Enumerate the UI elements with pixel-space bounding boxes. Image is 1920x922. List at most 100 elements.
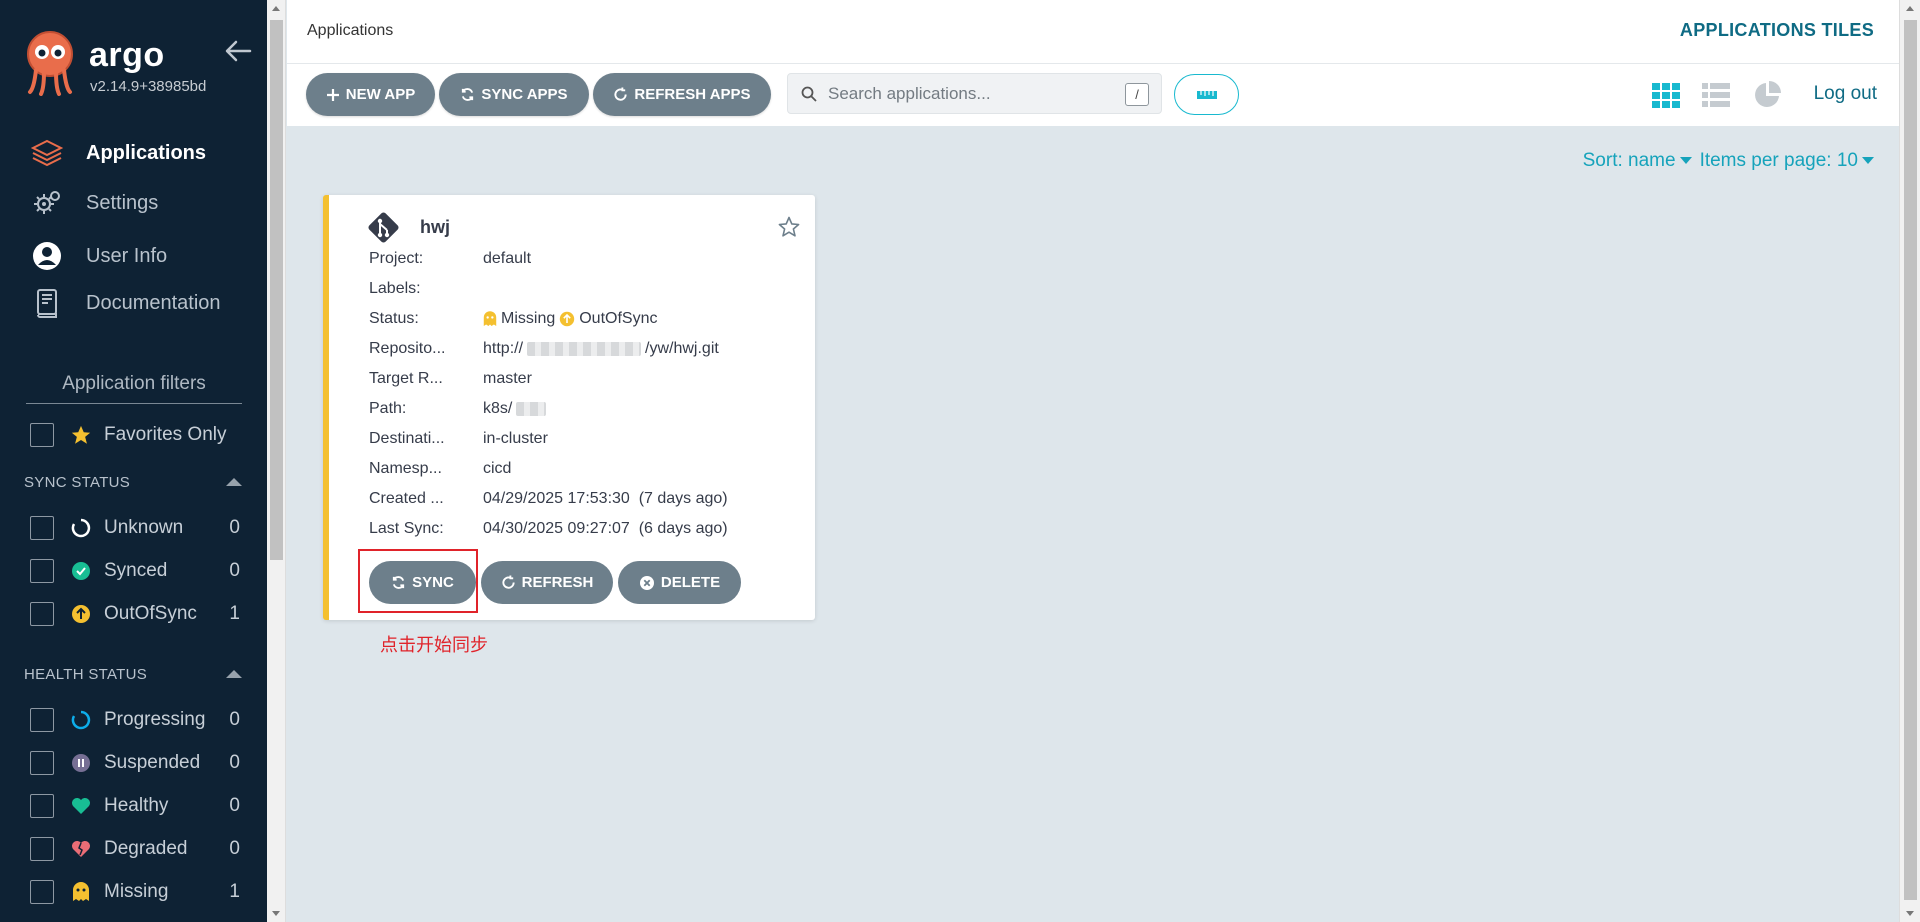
search-icon [801,86,817,102]
nav-item-settings[interactable]: Settings [30,186,158,220]
pause-circle-icon [70,752,92,774]
filter-favorites-only[interactable]: Favorites Only [30,420,240,450]
refresh-button[interactable]: REFRESH [481,561,613,604]
search-box[interactable]: / [787,73,1162,114]
unknown-label: Unknown [104,517,184,538]
refresh-label: REFRESH [521,574,594,591]
delete-button[interactable]: DELETE [618,561,741,604]
search-input[interactable] [828,82,1118,106]
progressing-label: Progressing [104,709,206,730]
per-page-label: Items per page: 10 [1699,150,1858,171]
repository-url: http:// /yw/hwj.git [483,340,719,358]
collapse-triangle-icon[interactable] [226,670,242,678]
filter-health-suspended[interactable]: Suspended 0 [30,748,240,778]
gear-icon [30,186,64,220]
nav-item-documentation[interactable]: Documentation [30,286,221,320]
degraded-count: 0 [229,838,240,859]
field-key: Namesp... [369,460,442,477]
favorites-label: Favorites Only [104,424,227,445]
favorites-checkbox[interactable] [30,423,54,447]
star-outline-icon[interactable] [777,215,801,239]
refresh-icon [502,575,515,589]
scroll-down-arrow[interactable] [272,911,280,916]
sort-dropdown[interactable]: Sort: name [1583,150,1696,172]
argo-logo-icon [27,31,73,96]
plus-icon [326,88,339,101]
book-icon [30,286,64,320]
view-title: APPLICATIONS TILES [1679,20,1874,40]
top-header: Applications APPLICATIONS TILES [287,0,1899,64]
filter-sync-synced[interactable]: Synced 0 [30,556,240,586]
brand-name: argo [89,36,165,74]
scrollbar-thumb[interactable] [270,20,283,560]
nav-label-settings: Settings [86,191,159,214]
nav-label-applications: Applications [86,141,207,164]
field-key: Path: [369,400,407,417]
caret-down-icon [1862,157,1874,165]
page-scrollbar[interactable] [1899,0,1920,922]
scroll-up-arrow[interactable] [272,6,280,11]
sort-label: Sort: name [1582,150,1676,171]
sync-apps-button[interactable]: SYNC APPS [439,73,589,116]
breadcrumb[interactable]: Applications [307,22,393,40]
refresh-apps-label: REFRESH APPS [634,86,751,103]
sync-status: OutOfSync [579,310,658,327]
progressing-checkbox[interactable] [30,708,54,732]
scroll-up-arrow[interactable] [1906,6,1914,11]
scrollbar-thumb[interactable] [1904,20,1917,900]
filter-sync-unknown[interactable]: Unknown 0 [30,513,240,543]
ruler-button[interactable] [1174,74,1239,115]
filter-sync-outofsync[interactable]: OutOfSync 1 [30,599,240,629]
status-values: Missing OutOfSync [483,310,657,328]
field-key: Reposito... [369,340,446,357]
synced-checkbox[interactable] [30,559,54,583]
sync-highlight-box [358,549,478,613]
collapse-triangle-icon[interactable] [226,478,242,486]
nav-item-applications[interactable]: Applications [30,136,206,170]
repo-url-suffix: /yw/hwj.git [645,340,719,357]
tiles-view-icon[interactable] [1651,80,1681,110]
heart-icon [70,795,92,817]
outofsync-checkbox[interactable] [30,602,54,626]
outofsync-count: 1 [229,603,240,624]
field-value: 04/29/2025 17:53:30 (7 days ago) [483,490,728,507]
suspended-checkbox[interactable] [30,751,54,775]
unknown-checkbox[interactable] [30,516,54,540]
logout-link[interactable]: Log out [1814,83,1877,105]
filter-health-healthy[interactable]: Healthy 0 [30,791,240,821]
filter-health-degraded[interactable]: Degraded 0 [30,834,240,864]
sidebar-scrollbar[interactable] [267,0,286,922]
health-status-header[interactable]: HEALTH STATUS [24,666,242,683]
pie-chart-icon[interactable] [1752,80,1782,110]
field-key: Labels: [369,280,421,297]
field-key: Created ... [369,490,444,507]
healthy-checkbox[interactable] [30,794,54,818]
progressing-count: 0 [229,709,240,730]
missing-checkbox[interactable] [30,880,54,904]
sync-status-header[interactable]: SYNC STATUS [24,474,242,491]
list-view-icon[interactable] [1701,80,1731,110]
synced-count: 0 [229,560,240,581]
repo-url-prefix: http:// [483,340,524,357]
degraded-checkbox[interactable] [30,837,54,861]
layers-icon [30,136,64,170]
healthy-label: Healthy [104,795,169,816]
annotation-text: 点击开始同步 [380,635,488,656]
field-key: Last Sync: [369,520,444,537]
per-page-dropdown[interactable]: Items per page: 10 [1700,150,1878,172]
filter-health-progressing[interactable]: Progressing 0 [30,705,240,735]
check-circle-icon [70,560,92,582]
field-key: Status: [369,310,419,327]
arrow-left-icon[interactable] [224,38,252,64]
filter-health-missing[interactable]: Missing 1 [30,877,240,907]
refresh-apps-button[interactable]: REFRESH APPS [593,73,771,116]
field-key: Project: [369,250,424,267]
nav-item-user-info[interactable]: User Info [30,239,167,273]
scroll-down-arrow[interactable] [1906,911,1914,916]
unknown-count: 0 [229,517,240,538]
new-app-button[interactable]: NEW APP [306,73,435,116]
sidebar: argo v2.14.9+38985bd Applications Settin… [0,0,267,922]
ghost-icon [483,311,497,326]
path-value: k8s/ [483,400,547,418]
app-name[interactable]: hwj [420,217,450,238]
